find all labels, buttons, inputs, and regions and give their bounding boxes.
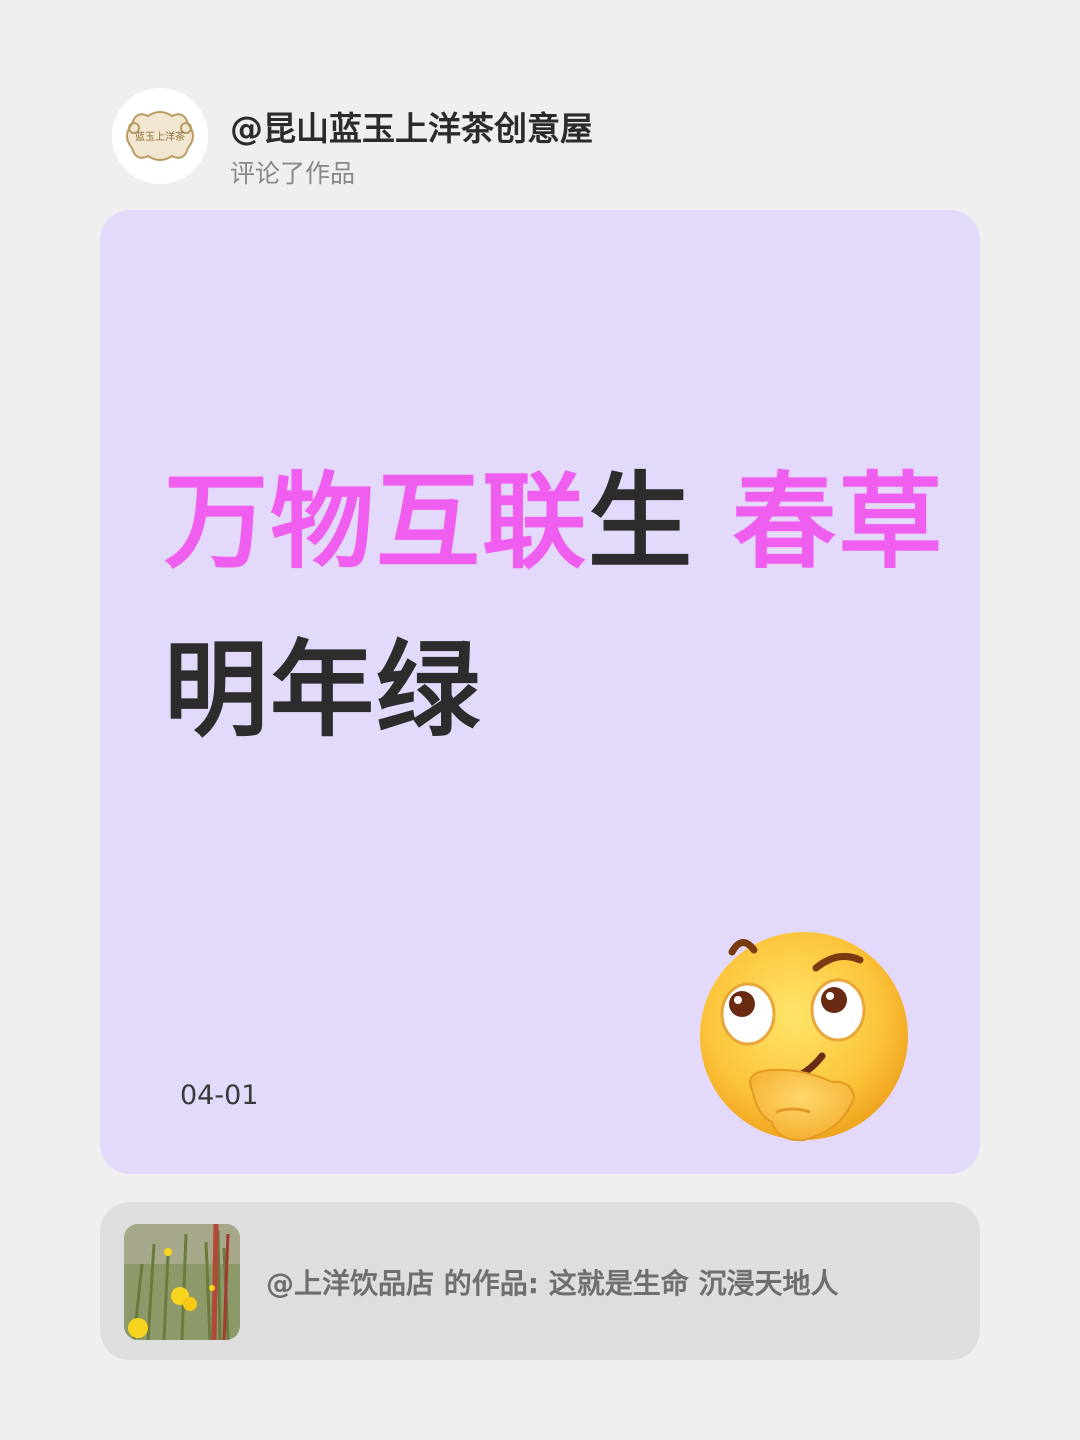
comment-quote: 万物互联生 春草明年绿 <box>164 438 954 774</box>
quote-segment: 明年绿 <box>164 629 483 751</box>
quote-segment: 春草 <box>732 461 945 583</box>
comment-card[interactable]: 万物互联生 春草明年绿 04-01 <box>100 210 980 1174</box>
quote-segment: 万物互联 <box>164 461 589 583</box>
quote-segment: 生 <box>588 461 733 583</box>
work-thumbnail[interactable] <box>124 1224 240 1340</box>
referenced-work-text[interactable]: @上洋饮品店 的作品: 这就是生命 沉浸天地人 <box>266 1262 838 1302</box>
avatar[interactable]: 蓝玉上洋茶 <box>112 88 208 184</box>
action-text: 评论了作品 <box>230 159 356 188</box>
username[interactable]: @昆山蓝玉上洋茶创意屋 <box>230 102 593 150</box>
avatar-logo-icon: 蓝玉上洋茶 <box>112 88 208 184</box>
svg-text:蓝玉上洋茶: 蓝玉上洋茶 <box>135 130 185 143</box>
comment-header: 蓝玉上洋茶 @昆山蓝玉上洋茶创意屋 评论了作品 <box>112 88 972 188</box>
thinking-face-icon <box>692 930 912 1150</box>
referenced-work[interactable]: @上洋饮品店 的作品: 这就是生命 沉浸天地人 <box>100 1202 980 1360</box>
comment-date: 04-01 <box>180 1080 259 1111</box>
